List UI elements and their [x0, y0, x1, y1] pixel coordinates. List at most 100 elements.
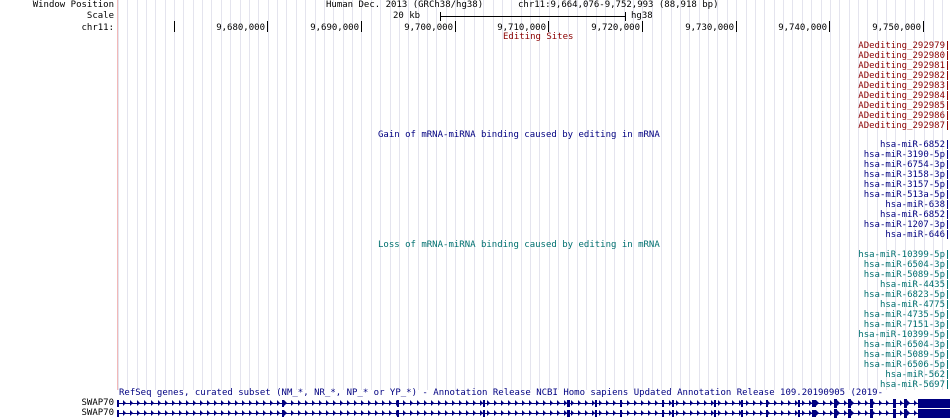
feature-label[interactable]: hsa-miR-1207-3p [864, 220, 945, 230]
gene-exon[interactable] [672, 400, 674, 407]
gene-exon[interactable] [918, 409, 950, 418]
feature-label[interactable]: ADediting_292980 [858, 51, 945, 61]
gene-exon[interactable] [117, 410, 119, 417]
feature-mark[interactable] [947, 51, 948, 60]
gene-exon[interactable] [282, 410, 284, 417]
feature-label[interactable]: hsa-miR-5089-5p [864, 350, 945, 360]
feature-label[interactable]: hsa-miR-6506-5p [864, 360, 945, 370]
feature-label[interactable]: hsa-miR-646 [885, 230, 945, 240]
gene-exon[interactable] [714, 400, 716, 407]
gene-row-label[interactable]: SWAP70 [81, 398, 114, 408]
feature-mark[interactable] [947, 270, 948, 279]
feature-mark[interactable] [947, 150, 948, 159]
feature-mark[interactable] [947, 210, 948, 219]
feature-label[interactable]: hsa-miR-4435 [880, 280, 945, 290]
gene-exon[interactable] [870, 399, 873, 408]
gene-exon[interactable] [714, 410, 716, 417]
gene-exon[interactable] [848, 409, 851, 418]
track-image[interactable]: Human Dec. 2013 (GRCh38/hg38) chr11:9,66… [117, 0, 950, 418]
gene-exon[interactable] [567, 410, 570, 417]
gene-exon[interactable] [117, 400, 119, 407]
feature-label[interactable]: hsa-miR-4735-5p [864, 310, 945, 320]
feature-mark[interactable] [947, 170, 948, 179]
gene-exon[interactable] [812, 410, 816, 417]
gene-exon[interactable] [904, 399, 907, 408]
feature-label[interactable]: hsa-miR-3157-5p [864, 180, 945, 190]
gene-exon[interactable] [893, 399, 896, 408]
feature-mark[interactable] [947, 220, 948, 229]
gene-exon[interactable] [918, 399, 950, 408]
feature-label[interactable]: hsa-miR-638 [885, 200, 945, 210]
feature-label[interactable]: hsa-miR-6852 [880, 140, 945, 150]
gene-exon[interactable] [798, 400, 800, 407]
gene-exon[interactable] [397, 400, 399, 407]
gene-exon[interactable] [848, 399, 851, 408]
feature-label[interactable]: hsa-miR-6754-3p [864, 160, 945, 170]
feature-label[interactable]: hsa-miR-3158-3p [864, 170, 945, 180]
gene-exon[interactable] [904, 409, 907, 418]
feature-label[interactable]: hsa-miR-5697 [880, 380, 945, 390]
gene-exon[interactable] [672, 410, 674, 417]
feature-label[interactable]: hsa-miR-4775 [880, 300, 945, 310]
feature-mark[interactable] [947, 320, 948, 329]
feature-label[interactable]: hsa-miR-513a-5p [864, 190, 945, 200]
feature-label[interactable]: ADediting_292983 [858, 81, 945, 91]
gene-row-label[interactable]: SWAP70 [81, 408, 114, 418]
feature-mark[interactable] [947, 350, 948, 359]
feature-label[interactable]: ADediting_292986 [858, 111, 945, 121]
feature-mark[interactable] [947, 61, 948, 70]
feature-mark[interactable] [947, 160, 948, 169]
feature-mark[interactable] [947, 290, 948, 299]
feature-label[interactable]: ADediting_292985 [858, 101, 945, 111]
feature-label[interactable]: ADediting_292987 [858, 121, 945, 131]
feature-label[interactable]: hsa-miR-6823-5p [864, 290, 945, 300]
feature-label[interactable]: ADediting_292984 [858, 91, 945, 101]
feature-mark[interactable] [947, 280, 948, 289]
feature-mark[interactable] [947, 41, 948, 50]
feature-label[interactable]: hsa-miR-7151-3p [864, 320, 945, 330]
gene-exon[interactable] [741, 410, 743, 417]
feature-mark[interactable] [947, 71, 948, 80]
gene-exon[interactable] [834, 409, 837, 418]
feature-mark[interactable] [947, 190, 948, 199]
gene-exon[interactable] [397, 410, 399, 417]
gene-exon[interactable] [870, 409, 873, 418]
gene-exon[interactable] [595, 410, 597, 417]
feature-mark[interactable] [947, 91, 948, 100]
feature-mark[interactable] [947, 180, 948, 189]
gene-exon[interactable] [766, 410, 768, 417]
feature-mark[interactable] [947, 380, 948, 389]
feature-mark[interactable] [947, 310, 948, 319]
feature-label[interactable]: hsa-miR-6852 [880, 210, 945, 220]
gene-exon[interactable] [741, 400, 743, 407]
feature-mark[interactable] [947, 260, 948, 269]
feature-label[interactable]: hsa-miR-5089-5p [864, 270, 945, 280]
gene-exon[interactable] [834, 399, 837, 408]
feature-label[interactable]: hsa-miR-3190-5p [864, 150, 945, 160]
gene-exon[interactable] [483, 400, 485, 407]
feature-label[interactable]: hsa-miR-10399-5p [858, 250, 945, 260]
gene-exon[interactable] [766, 400, 768, 407]
feature-mark[interactable] [947, 300, 948, 309]
feature-mark[interactable] [947, 250, 948, 259]
feature-mark[interactable] [947, 111, 948, 120]
feature-label[interactable]: ADediting_292982 [858, 71, 945, 81]
feature-mark[interactable] [947, 340, 948, 349]
gene-exon[interactable] [483, 410, 485, 417]
gene-exon[interactable] [620, 410, 622, 417]
feature-mark[interactable] [947, 140, 948, 149]
gene-exon[interactable] [595, 400, 597, 407]
feature-label[interactable]: hsa-miR-6504-3p [864, 260, 945, 270]
feature-mark[interactable] [947, 101, 948, 110]
gene-exon[interactable] [662, 400, 664, 407]
gene-exon[interactable] [567, 400, 570, 407]
feature-mark[interactable] [947, 370, 948, 379]
feature-label[interactable]: ADediting_292981 [858, 61, 945, 71]
feature-mark[interactable] [947, 121, 948, 130]
feature-label[interactable]: hsa-miR-562 [885, 370, 945, 380]
feature-mark[interactable] [947, 81, 948, 90]
gene-exon[interactable] [798, 410, 800, 417]
feature-label[interactable]: hsa-miR-10399-5p [858, 330, 945, 340]
feature-mark[interactable] [947, 360, 948, 369]
gene-exon[interactable] [282, 400, 284, 407]
